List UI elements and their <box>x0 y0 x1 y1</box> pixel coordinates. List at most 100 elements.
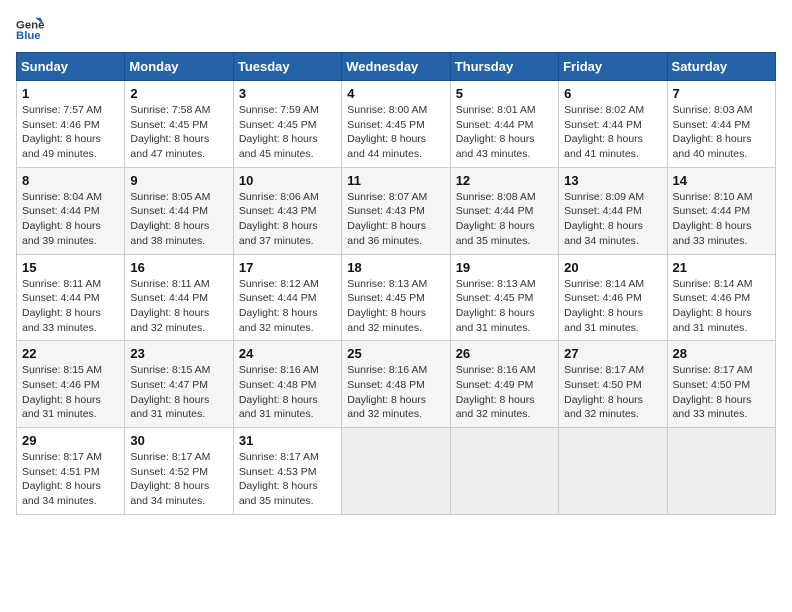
day-number: 24 <box>239 346 336 361</box>
day-detail: Sunrise: 8:04 AM Sunset: 4:44 PM Dayligh… <box>22 190 119 249</box>
day-number: 12 <box>456 173 553 188</box>
day-detail: Sunrise: 8:16 AM Sunset: 4:49 PM Dayligh… <box>456 363 553 422</box>
day-number: 23 <box>130 346 227 361</box>
header: General Blue <box>16 16 776 44</box>
day-detail: Sunrise: 8:17 AM Sunset: 4:51 PM Dayligh… <box>22 450 119 509</box>
day-number: 5 <box>456 86 553 101</box>
day-number: 25 <box>347 346 444 361</box>
day-detail: Sunrise: 8:15 AM Sunset: 4:46 PM Dayligh… <box>22 363 119 422</box>
day-detail: Sunrise: 8:11 AM Sunset: 4:44 PM Dayligh… <box>22 277 119 336</box>
logo: General Blue <box>16 16 44 44</box>
calendar-cell: 16 Sunrise: 8:11 AM Sunset: 4:44 PM Dayli… <box>125 254 233 341</box>
day-detail: Sunrise: 8:10 AM Sunset: 4:44 PM Dayligh… <box>673 190 770 249</box>
day-number: 28 <box>673 346 770 361</box>
day-detail: Sunrise: 8:13 AM Sunset: 4:45 PM Dayligh… <box>456 277 553 336</box>
day-number: 11 <box>347 173 444 188</box>
calendar-cell: 1 Sunrise: 7:57 AM Sunset: 4:46 PM Daylig… <box>17 81 125 168</box>
calendar-cell: 31 Sunrise: 8:17 AM Sunset: 4:53 PM Dayli… <box>233 428 341 515</box>
calendar-cell: 2Sunrise: 7:58 AM Sunset: 4:45 PM Daylig… <box>125 81 233 168</box>
day-number: 16 <box>130 260 227 275</box>
calendar-cell: 24 Sunrise: 8:16 AM Sunset: 4:48 PM Dayli… <box>233 341 341 428</box>
calendar-cell: 19 Sunrise: 8:13 AM Sunset: 4:45 PM Dayli… <box>450 254 558 341</box>
calendar-cell: 21 Sunrise: 8:14 AM Sunset: 4:46 PM Dayli… <box>667 254 775 341</box>
day-number: 22 <box>22 346 119 361</box>
calendar-cell <box>450 428 558 515</box>
day-detail: Sunrise: 7:57 AM Sunset: 4:46 PM Dayligh… <box>22 103 119 162</box>
day-detail: Sunrise: 8:08 AM Sunset: 4:44 PM Dayligh… <box>456 190 553 249</box>
calendar-cell: 14Sunrise: 8:10 AM Sunset: 4:44 PM Dayli… <box>667 167 775 254</box>
day-of-week-header: Friday <box>559 53 667 81</box>
day-detail: Sunrise: 8:16 AM Sunset: 4:48 PM Dayligh… <box>347 363 444 422</box>
calendar-cell: 3 Sunrise: 7:59 AM Sunset: 4:45 PM Daylig… <box>233 81 341 168</box>
calendar-cell: 28 Sunrise: 8:17 AM Sunset: 4:50 PM Dayli… <box>667 341 775 428</box>
day-number: 29 <box>22 433 119 448</box>
day-number: 6 <box>564 86 661 101</box>
day-detail: Sunrise: 8:01 AM Sunset: 4:44 PM Dayligh… <box>456 103 553 162</box>
calendar-cell: 26 Sunrise: 8:16 AM Sunset: 4:49 PM Dayli… <box>450 341 558 428</box>
calendar-cell: 18Sunrise: 8:13 AM Sunset: 4:45 PM Dayli… <box>342 254 450 341</box>
day-detail: Sunrise: 8:13 AM Sunset: 4:45 PM Dayligh… <box>347 277 444 336</box>
day-number: 20 <box>564 260 661 275</box>
day-of-week-header: Thursday <box>450 53 558 81</box>
calendar-cell: 30 Sunrise: 8:17 AM Sunset: 4:52 PM Dayli… <box>125 428 233 515</box>
day-of-week-header: Saturday <box>667 53 775 81</box>
day-of-week-header: Monday <box>125 53 233 81</box>
calendar-cell: 6 Sunrise: 8:02 AM Sunset: 4:44 PM Daylig… <box>559 81 667 168</box>
calendar-cell: 5 Sunrise: 8:01 AM Sunset: 4:44 PM Daylig… <box>450 81 558 168</box>
day-detail: Sunrise: 8:03 AM Sunset: 4:44 PM Dayligh… <box>673 103 770 162</box>
calendar-cell: 29 Sunrise: 8:17 AM Sunset: 4:51 PM Dayli… <box>17 428 125 515</box>
calendar-cell: 4 Sunrise: 8:00 AM Sunset: 4:45 PM Daylig… <box>342 81 450 168</box>
day-number: 30 <box>130 433 227 448</box>
day-detail: Sunrise: 8:15 AM Sunset: 4:47 PM Dayligh… <box>130 363 227 422</box>
day-number: 8 <box>22 173 119 188</box>
calendar-cell: 11 Sunrise: 8:07 AM Sunset: 4:43 PM Dayli… <box>342 167 450 254</box>
day-detail: Sunrise: 8:02 AM Sunset: 4:44 PM Dayligh… <box>564 103 661 162</box>
calendar-table: SundayMondayTuesdayWednesdayThursdayFrid… <box>16 52 776 515</box>
day-number: 1 <box>22 86 119 101</box>
calendar-cell: 12 Sunrise: 8:08 AM Sunset: 4:44 PM Dayli… <box>450 167 558 254</box>
calendar-cell: 23 Sunrise: 8:15 AM Sunset: 4:47 PM Dayli… <box>125 341 233 428</box>
day-detail: Sunrise: 8:06 AM Sunset: 4:43 PM Dayligh… <box>239 190 336 249</box>
day-detail: Sunrise: 8:17 AM Sunset: 4:53 PM Dayligh… <box>239 450 336 509</box>
calendar-cell: 7Sunrise: 8:03 AM Sunset: 4:44 PM Daylig… <box>667 81 775 168</box>
day-of-week-header: Sunday <box>17 53 125 81</box>
day-detail: Sunrise: 8:16 AM Sunset: 4:48 PM Dayligh… <box>239 363 336 422</box>
calendar-cell: 13 Sunrise: 8:09 AM Sunset: 4:44 PM Dayli… <box>559 167 667 254</box>
day-of-week-header: Wednesday <box>342 53 450 81</box>
day-detail: Sunrise: 8:17 AM Sunset: 4:50 PM Dayligh… <box>564 363 661 422</box>
calendar-cell: 10Sunrise: 8:06 AM Sunset: 4:43 PM Dayli… <box>233 167 341 254</box>
day-detail: Sunrise: 8:07 AM Sunset: 4:43 PM Dayligh… <box>347 190 444 249</box>
svg-text:Blue: Blue <box>16 30 41 42</box>
calendar-cell: 8 Sunrise: 8:04 AM Sunset: 4:44 PM Daylig… <box>17 167 125 254</box>
day-detail: Sunrise: 8:14 AM Sunset: 4:46 PM Dayligh… <box>564 277 661 336</box>
day-detail: Sunrise: 8:11 AM Sunset: 4:44 PM Dayligh… <box>130 277 227 336</box>
calendar-cell <box>559 428 667 515</box>
day-detail: Sunrise: 8:17 AM Sunset: 4:52 PM Dayligh… <box>130 450 227 509</box>
day-number: 26 <box>456 346 553 361</box>
day-number: 3 <box>239 86 336 101</box>
day-detail: Sunrise: 8:09 AM Sunset: 4:44 PM Dayligh… <box>564 190 661 249</box>
day-number: 15 <box>22 260 119 275</box>
calendar-cell: 9 Sunrise: 8:05 AM Sunset: 4:44 PM Daylig… <box>125 167 233 254</box>
calendar-cell: 15 Sunrise: 8:11 AM Sunset: 4:44 PM Dayli… <box>17 254 125 341</box>
day-number: 19 <box>456 260 553 275</box>
logo-icon: General Blue <box>16 16 44 44</box>
day-detail: Sunrise: 8:17 AM Sunset: 4:50 PM Dayligh… <box>673 363 770 422</box>
calendar-cell: 20 Sunrise: 8:14 AM Sunset: 4:46 PM Dayli… <box>559 254 667 341</box>
calendar-cell: 17Sunrise: 8:12 AM Sunset: 4:44 PM Dayli… <box>233 254 341 341</box>
calendar-cell: 22 Sunrise: 8:15 AM Sunset: 4:46 PM Dayli… <box>17 341 125 428</box>
day-detail: Sunrise: 8:05 AM Sunset: 4:44 PM Dayligh… <box>130 190 227 249</box>
day-number: 13 <box>564 173 661 188</box>
day-detail: Sunrise: 7:59 AM Sunset: 4:45 PM Dayligh… <box>239 103 336 162</box>
day-detail: Sunrise: 8:00 AM Sunset: 4:45 PM Dayligh… <box>347 103 444 162</box>
calendar-cell: 27 Sunrise: 8:17 AM Sunset: 4:50 PM Dayli… <box>559 341 667 428</box>
calendar-cell <box>667 428 775 515</box>
day-number: 31 <box>239 433 336 448</box>
day-of-week-header: Tuesday <box>233 53 341 81</box>
day-number: 21 <box>673 260 770 275</box>
day-number: 27 <box>564 346 661 361</box>
day-detail: Sunrise: 8:12 AM Sunset: 4:44 PM Dayligh… <box>239 277 336 336</box>
day-number: 9 <box>130 173 227 188</box>
day-detail: Sunrise: 8:14 AM Sunset: 4:46 PM Dayligh… <box>673 277 770 336</box>
day-number: 4 <box>347 86 444 101</box>
